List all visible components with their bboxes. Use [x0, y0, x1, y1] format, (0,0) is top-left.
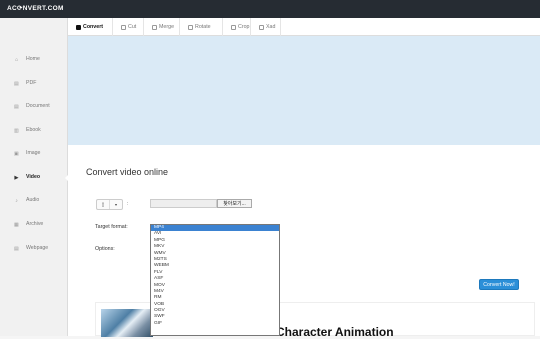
- sidebar-item-label: Home: [26, 56, 40, 62]
- tab-label: Rotate: [195, 24, 211, 30]
- sidebar-item-webpage[interactable]: ▤ Webpage: [0, 239, 68, 259]
- tab-checkbox-icon: [259, 24, 264, 30]
- convert-now-button[interactable]: Convert Now!: [479, 279, 519, 290]
- tab-checkbox-icon: [152, 24, 157, 30]
- sidebar-item-audio[interactable]: ♪ Audio: [0, 191, 68, 211]
- target-format-label: Target format:: [95, 224, 128, 230]
- tab-checkbox-icon: [76, 24, 81, 30]
- tab-label: Merge: [159, 24, 175, 30]
- file-icon[interactable]: ▯: [97, 200, 110, 209]
- sidebar-item-label: PDF: [26, 80, 37, 86]
- sidebar-item-ebook[interactable]: ▥ Ebook: [0, 121, 68, 141]
- tab-label: Xad: [266, 24, 276, 30]
- sidebar-item-home[interactable]: ⌂ Home: [0, 50, 68, 70]
- file-path-input[interactable]: [150, 199, 217, 208]
- tab-label: Crop: [238, 24, 250, 30]
- image-icon: ▣: [14, 151, 19, 157]
- pdf-icon: ▤: [14, 81, 19, 87]
- tab-checkbox-icon: [231, 24, 236, 30]
- audio-icon: ♪: [15, 198, 18, 204]
- sidebar-item-label: Ebook: [26, 127, 41, 133]
- sidebar-item-video[interactable]: ▶ Video: [0, 168, 69, 188]
- options-label: Options:: [95, 246, 115, 252]
- home-icon: ⌂: [14, 57, 19, 63]
- tab-cut[interactable]: Cut: [113, 18, 144, 36]
- ebook-icon: ▥: [14, 128, 19, 134]
- sidebar-item-label: Video: [26, 174, 41, 180]
- sidebar-item-document[interactable]: ▤ Document: [0, 97, 68, 117]
- tab-merge[interactable]: Merge: [144, 18, 180, 36]
- sidebar-item-label: Image: [26, 150, 41, 156]
- tab-xad[interactable]: Xad: [251, 18, 281, 36]
- tab-rotate[interactable]: Rotate: [180, 18, 223, 36]
- tab-label: Cut: [128, 24, 137, 30]
- sidebar-item-label: Webpage: [26, 245, 49, 251]
- sidebar-item-label: Audio: [26, 197, 40, 203]
- upload-source-group[interactable]: ▯ ▾: [96, 199, 123, 210]
- sidebar-item-label: Document: [26, 103, 50, 109]
- tab-convert[interactable]: Convert: [68, 18, 113, 36]
- banner-area: [68, 36, 540, 145]
- sidebar: ⌂ Home ▤ PDF ▤ Document ▥ Ebook ▣ Image ▶ Video ♪ Aud…: [0, 18, 69, 336]
- tab-crop[interactable]: Crop: [223, 18, 251, 36]
- sidebar-item-label: Archive: [26, 221, 44, 227]
- upload-colon: :: [127, 201, 129, 207]
- video-icon: ▶: [14, 175, 19, 181]
- document-icon: ▤: [14, 104, 19, 110]
- target-format-dropdown-list[interactable]: MP4 AVI MPG MKV WMV M2TS WEBM FLV ASF MOV M4V RM VOB…: [150, 224, 280, 336]
- format-option-gif[interactable]: GIF: [151, 321, 279, 327]
- tab-checkbox-icon: [121, 24, 126, 30]
- ad-image[interactable]: [101, 309, 153, 337]
- sidebar-item-archive[interactable]: ▦ Archive: [0, 215, 68, 235]
- webpage-icon: ▤: [14, 246, 19, 252]
- chevron-down-icon[interactable]: ▾: [110, 202, 122, 207]
- top-bar: AC⟳NVERT.COM: [0, 0, 540, 18]
- page-title: Convert video online: [86, 167, 169, 177]
- main-panel: Convert video online ▯ ▾ : 찾아보기... Targe…: [68, 145, 540, 339]
- ad-headline[interactable]: in Character Animation: [262, 325, 394, 339]
- tab-checkbox-icon: [188, 24, 193, 30]
- tab-label: Convert: [83, 24, 104, 30]
- browse-button[interactable]: 찾아보기...: [217, 199, 252, 208]
- tab-bar: Convert Cut Merge Rotate Crop Xad: [68, 18, 540, 36]
- sidebar-item-pdf[interactable]: ▤ PDF: [0, 74, 68, 94]
- sidebar-item-image[interactable]: ▣ Image: [0, 144, 68, 164]
- archive-icon: ▦: [14, 222, 19, 228]
- site-logo[interactable]: AC⟳NVERT.COM: [7, 4, 64, 12]
